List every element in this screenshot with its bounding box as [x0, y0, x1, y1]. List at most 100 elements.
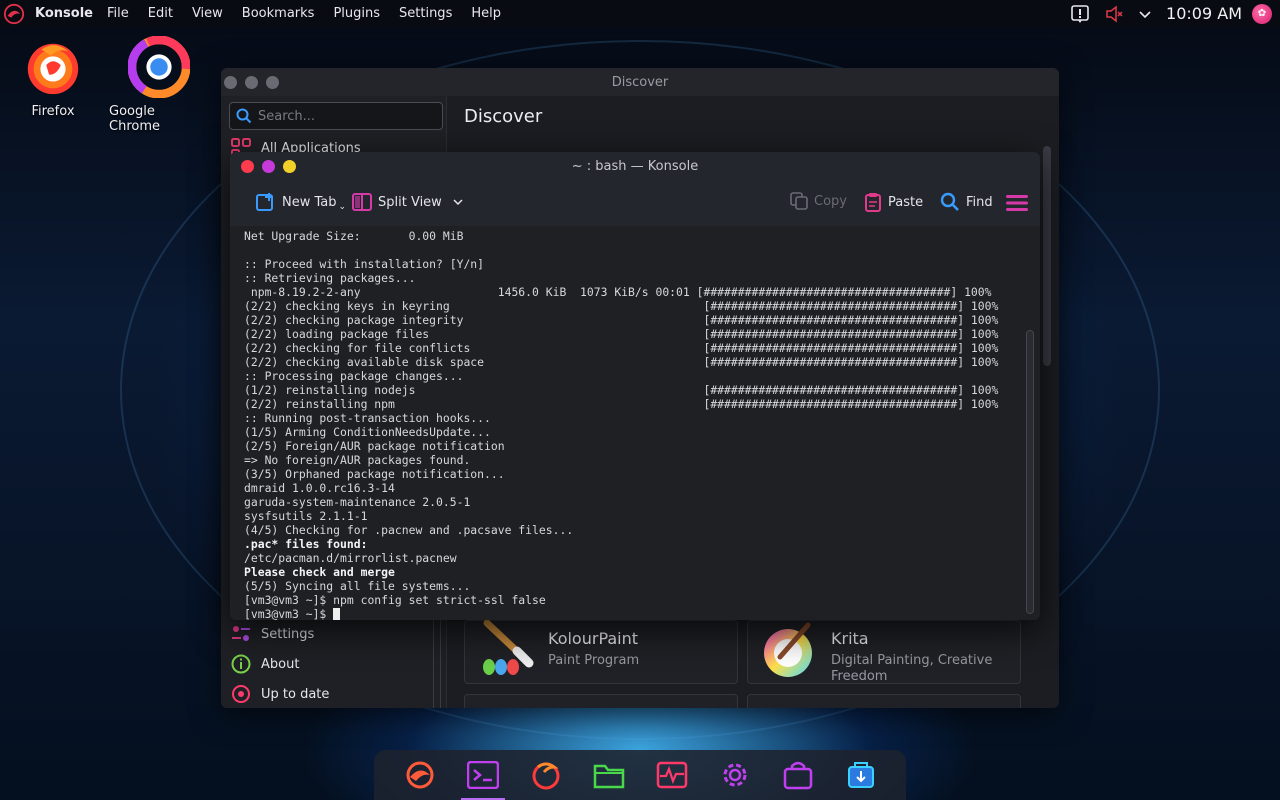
- kolourpaint-icon: [483, 619, 534, 675]
- dock-system-monitor[interactable]: [650, 753, 694, 797]
- terminal-line: [vm3@vm3 ~]$ npm config set strict-ssl f…: [244, 593, 546, 607]
- clock[interactable]: 10:09 AM: [1166, 4, 1242, 23]
- sidebar-item-settings[interactable]: Settings: [231, 624, 314, 644]
- new-tab-icon: [256, 193, 273, 211]
- find-button[interactable]: Find: [940, 192, 993, 212]
- konsole-window: ~ : bash — Konsole New Tab ⌄ Split View …: [230, 152, 1040, 620]
- krita-icon: [764, 622, 812, 677]
- paste-button[interactable]: Paste: [864, 192, 923, 212]
- minimize-button[interactable]: [262, 159, 275, 173]
- app-card[interactable]: [464, 694, 738, 708]
- app-name: Krita: [831, 629, 869, 648]
- terminal-line: (2/2) checking package integrity [######…: [244, 313, 999, 327]
- main-scrollbar[interactable]: [1043, 146, 1051, 366]
- dock-settings[interactable]: [713, 753, 757, 797]
- menu-plugins[interactable]: Plugins: [333, 6, 380, 21]
- menu-settings[interactable]: Settings: [399, 6, 452, 21]
- sidebar-item-label: Up to date: [261, 686, 330, 702]
- chevron-down-icon: ⌄: [338, 202, 347, 212]
- terminal-line: garuda-system-maintenance 2.0.5-1: [244, 495, 471, 509]
- page-title: Discover: [464, 106, 543, 127]
- garuda-icon: [406, 761, 433, 789]
- sidebar-item-up-to-date[interactable]: Up to date: [231, 684, 329, 704]
- app-card-krita[interactable]: Krita Digital Painting, Creative Freedom: [747, 620, 1021, 684]
- terminal-line: => No foreign/AUR packages found.: [244, 453, 471, 467]
- konsole-titlebar[interactable]: ~ : bash — Konsole: [230, 152, 1040, 180]
- terminal-line: (1/5) Arming ConditionNeedsUpdate...: [244, 425, 491, 439]
- desktop-icon-label: Firefox: [31, 104, 75, 119]
- menu-bookmarks[interactable]: Bookmarks: [242, 6, 315, 21]
- terminal-line: :: Retrieving packages...: [244, 271, 416, 285]
- menu-file[interactable]: File: [107, 6, 129, 21]
- find-label: Find: [966, 194, 993, 210]
- info-icon: [231, 654, 251, 674]
- window-title: Discover: [611, 74, 669, 90]
- menu-help[interactable]: Help: [471, 6, 501, 21]
- garuda-logo-icon[interactable]: [3, 3, 25, 25]
- app-card-kolourpaint[interactable]: KolourPaint Paint Program: [464, 619, 738, 684]
- user-avatar-icon[interactable]: ✿: [1252, 3, 1272, 24]
- terminal-line: :: Processing package changes...: [244, 369, 464, 383]
- discover-store-icon: [783, 761, 812, 790]
- terminal-line: npm-8.19.2-2-any 1456.0 KiB 1073 KiB/s 0…: [244, 285, 992, 299]
- search-placeholder: Search...: [258, 108, 316, 124]
- sidebar-item-label: About: [261, 656, 300, 672]
- system-monitor-icon: [656, 761, 687, 789]
- desktop-icon-firefox[interactable]: Firefox: [3, 36, 103, 119]
- volume-muted-icon[interactable]: [1104, 4, 1124, 24]
- terminal-output[interactable]: Net Upgrade Size: 0.00 MiB:: Proceed wit…: [230, 226, 1040, 620]
- desktop-icon-label: Google Chrome: [109, 104, 160, 134]
- split-view-label: Split View: [378, 194, 442, 210]
- konsole-toolbar: New Tab ⌄ Split View Copy Paste Find: [230, 180, 1040, 226]
- terminal-line: (1/2) reinstalling nodejs [#############…: [244, 383, 999, 397]
- close-button[interactable]: [241, 159, 254, 173]
- firefox-icon: [27, 43, 79, 95]
- dock: [374, 750, 906, 800]
- app-card[interactable]: [747, 694, 1021, 708]
- copy-button[interactable]: Copy: [790, 192, 847, 210]
- terminal-line: Please check and merge: [244, 565, 395, 579]
- copy-label: Copy: [814, 193, 847, 209]
- search-input[interactable]: Search...: [229, 102, 443, 130]
- terminal-cursor: [333, 608, 341, 620]
- firefox-icon: [532, 762, 559, 790]
- active-app-name: Konsole: [35, 6, 93, 21]
- dock-firefox[interactable]: [524, 753, 568, 797]
- terminal-line: dmraid 1.0.0.rc16.3-14: [244, 481, 395, 495]
- settings-icon: [723, 763, 746, 787]
- desktop-icon-chrome[interactable]: Google Chrome: [109, 36, 209, 134]
- chevron-down-icon: [453, 199, 463, 206]
- terminal-scrollbar[interactable]: [1026, 330, 1034, 614]
- maximize-button[interactable]: [283, 159, 296, 173]
- new-tab-button[interactable]: New Tab ⌄: [256, 192, 346, 212]
- paste-label: Paste: [888, 194, 924, 210]
- terminal-line: sysfsutils 2.1.1-1: [244, 509, 368, 523]
- hamburger-menu-button[interactable]: [1006, 194, 1034, 212]
- system-update-icon: [847, 762, 874, 788]
- search-icon: [236, 108, 252, 124]
- dock-system-update[interactable]: [839, 753, 883, 797]
- sidebar-item-about[interactable]: About: [231, 654, 299, 674]
- chevron-down-icon[interactable]: [1138, 7, 1152, 21]
- dock-konsole[interactable]: [460, 753, 505, 800]
- dock-garuda[interactable]: [398, 753, 442, 797]
- dock-files[interactable]: [587, 753, 631, 797]
- konsole-icon: [466, 761, 499, 789]
- terminal-prompt-line: [vm3@vm3 ~]$: [244, 607, 1040, 620]
- discover-titlebar[interactable]: Discover: [221, 68, 1059, 96]
- dock-discover[interactable]: [776, 753, 820, 797]
- terminal-line: (2/2) checking for file conflicts [#####…: [244, 341, 999, 355]
- chrome-icon: [128, 36, 190, 98]
- terminal-line: (2/5) Foreign/AUR package notification: [244, 439, 505, 453]
- app-description: Digital Painting, Creative Freedom: [831, 653, 993, 684]
- menu-view[interactable]: View: [192, 6, 223, 21]
- app-description: Paint Program: [548, 653, 640, 668]
- new-tab-label: New Tab: [282, 194, 337, 210]
- split-view-button[interactable]: Split View: [352, 192, 470, 212]
- notification-icon[interactable]: [1070, 4, 1090, 24]
- sidebar-item-label: Settings: [261, 626, 315, 642]
- menu-edit[interactable]: Edit: [148, 6, 173, 21]
- terminal-line: :: Proceed with installation? [Y/n]: [244, 257, 485, 271]
- paste-icon: [865, 193, 881, 212]
- split-view-icon: [352, 193, 372, 211]
